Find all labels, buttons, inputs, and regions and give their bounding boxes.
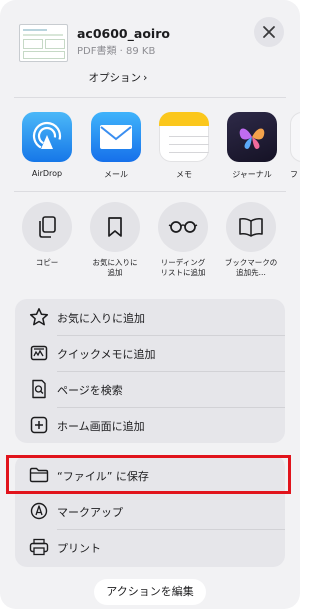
bookmark-icon xyxy=(90,202,140,252)
file-meta: PDF書類 · 89 KB xyxy=(77,46,156,57)
quick-note-icon xyxy=(29,343,49,363)
menu-item-find-on-page[interactable]: ページを検索 xyxy=(15,371,285,407)
app-notes[interactable]: メモ xyxy=(154,105,214,180)
action-copy[interactable]: コピー xyxy=(14,202,80,268)
file-name: ac0600_aoiro xyxy=(77,26,170,41)
app-label: AirDrop xyxy=(31,169,63,178)
star-icon xyxy=(29,307,49,327)
menu-item-label: お気に入りに追加 xyxy=(57,312,145,325)
close-icon xyxy=(263,26,275,38)
menu-item-label: ページを検索 xyxy=(57,384,123,397)
action-label: リーディング リストに追加 xyxy=(160,258,206,277)
book-icon xyxy=(226,202,276,252)
app-label: ジャーナル xyxy=(232,170,272,179)
action-add-bookmark[interactable]: ブックマークの 追加先... xyxy=(218,202,284,278)
action-label: コピー xyxy=(35,258,59,267)
mail-icon xyxy=(91,112,141,162)
app-airdrop[interactable]: AirDrop xyxy=(17,105,77,178)
notes-icon xyxy=(159,112,209,162)
app-label: メモ xyxy=(176,170,192,179)
menu-item-label: ホーム画面に追加 xyxy=(57,420,145,433)
edit-actions-button[interactable]: アクションを編集 xyxy=(94,579,206,605)
action-label: ブックマークの 追加先... xyxy=(224,258,278,277)
action-add-favorite[interactable]: お気に入りに 追加 xyxy=(82,202,148,278)
menu-item-markup[interactable]: マークアップ xyxy=(15,493,285,529)
app-label: メール xyxy=(104,170,128,179)
options-label: オプション xyxy=(88,72,142,84)
add-square-icon xyxy=(29,415,49,435)
journal-icon xyxy=(227,112,277,162)
app-journal[interactable]: ジャーナル xyxy=(222,105,282,180)
app-mail[interactable]: メール xyxy=(86,105,146,180)
airdrop-icon xyxy=(22,112,72,162)
menu-item-add-to-home[interactable]: ホーム画面に追加 xyxy=(15,407,285,443)
share-sheet: ac0600_aoiro PDF書類 · 89 KB オプション › AirDro… xyxy=(0,0,300,609)
menu-item-label: プリント xyxy=(57,542,101,555)
printer-icon xyxy=(29,537,49,557)
menu-item-quick-note[interactable]: クイックメモに追加 xyxy=(15,335,285,371)
action-reading-list[interactable]: リーディング リストに追加 xyxy=(150,202,216,278)
share-header: ac0600_aoiro PDF書類 · 89 KB オプション › xyxy=(0,0,300,95)
divider xyxy=(14,97,286,98)
close-button[interactable] xyxy=(254,17,284,47)
app-partial[interactable]: フ xyxy=(290,105,300,180)
chevron-right-icon: › xyxy=(143,71,148,84)
menu-group-primary: お気に入りに追加 クイックメモに追加 ページを検索 ホーム画面に追加 xyxy=(15,299,285,443)
menu-item-label: クイックメモに追加 xyxy=(57,348,156,361)
menu-item-print[interactable]: プリント xyxy=(15,529,285,565)
options-link[interactable]: オプション › xyxy=(0,70,236,85)
menu-item-add-favorite[interactable]: お気に入りに追加 xyxy=(15,299,285,335)
copy-icon xyxy=(22,202,72,252)
app-label: フ xyxy=(290,170,298,179)
glasses-icon xyxy=(158,202,208,252)
action-label: お気に入りに 追加 xyxy=(92,258,138,277)
highlight-frame xyxy=(6,455,291,494)
find-page-icon xyxy=(29,379,49,399)
quick-action-row: コピー お気に入りに 追加 リーディング リストに追加 ブックマークの 追加先.… xyxy=(0,202,300,282)
divider xyxy=(14,191,286,192)
markup-icon xyxy=(29,501,49,521)
menu-item-label: マークアップ xyxy=(57,506,123,519)
app-icon xyxy=(290,112,300,162)
document-thumbnail xyxy=(19,24,68,62)
app-row: AirDrop メール メモ ジャーナル フ xyxy=(0,105,300,185)
